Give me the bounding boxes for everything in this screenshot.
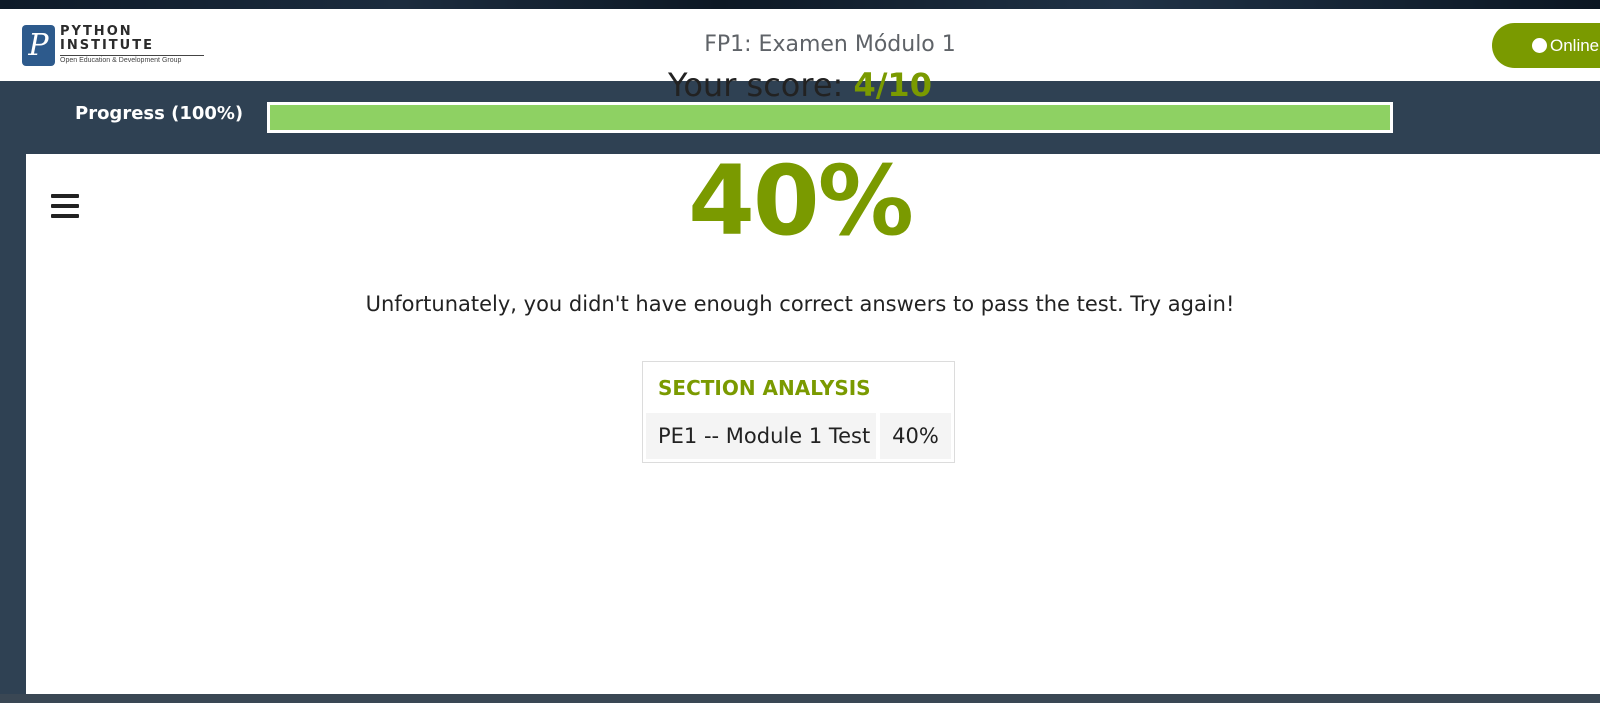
progress-bar-fill [270, 105, 1390, 130]
score-value: 4/10 [853, 66, 932, 104]
progress-bar [267, 102, 1393, 133]
progress-label: Progress (100%) [75, 103, 244, 124]
section-analysis-table: SECTION ANALYSIS PE1 -- Module 1 Test 40… [642, 361, 955, 463]
section-percent-cell: 40% [880, 413, 951, 459]
online-status-label: Online [1550, 36, 1600, 55]
score-percent: 40% [688, 145, 914, 257]
result-message: Unfortunately, you didn't have enough co… [365, 292, 1235, 316]
top-banner-strip [0, 0, 1600, 9]
score-label: Your score: [668, 66, 854, 104]
score-heading: Your score: 4/10 [0, 66, 1600, 104]
online-status-button[interactable]: Online [1492, 23, 1600, 68]
section-name-cell: PE1 -- Module 1 Test [646, 413, 876, 459]
online-dot-icon [1532, 38, 1547, 53]
bottom-strip [0, 694, 1600, 703]
table-row: PE1 -- Module 1 Test 40% [646, 413, 951, 459]
section-analysis-title: SECTION ANALYSIS [658, 376, 871, 400]
